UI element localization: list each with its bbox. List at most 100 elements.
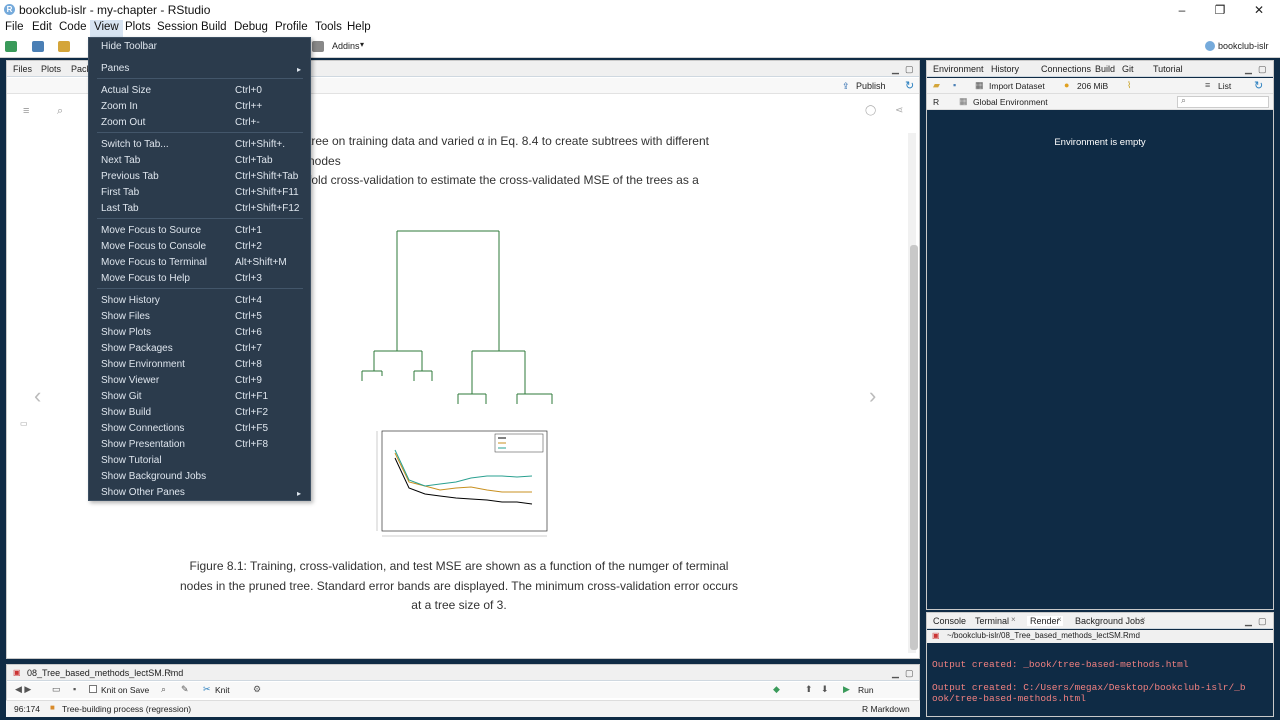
tab-environment[interactable]: Environment	[933, 64, 984, 74]
menu-item-show-tutorial[interactable]: Show Tutorial	[101, 455, 162, 466]
new-file-icon[interactable]	[5, 41, 17, 52]
tab-history[interactable]: History	[991, 64, 1019, 74]
menu-file[interactable]: File	[5, 21, 24, 33]
menu-help[interactable]: Help	[347, 21, 371, 33]
project-menu[interactable]: bookclub-islr	[1218, 41, 1269, 51]
menu-item-show-plots[interactable]: Show Plots	[101, 327, 151, 338]
file-mode[interactable]: R Markdown	[862, 704, 910, 714]
toc-toggle-icon[interactable]: ▭	[20, 419, 28, 428]
menu-item-show-background-jobs[interactable]: Show Background Jobs	[101, 471, 206, 482]
find-replace-icon[interactable]: ⌕	[161, 684, 166, 695]
maximize-env-icon[interactable]: ▢	[1258, 64, 1267, 75]
list-view-button[interactable]: List	[1218, 81, 1231, 91]
knit-icon[interactable]: ✂	[203, 684, 211, 695]
menu-item-show-environment[interactable]: Show Environment	[101, 359, 185, 370]
maximize-console-icon[interactable]: ▢	[1258, 616, 1267, 627]
addins-button[interactable]: Addins	[332, 41, 360, 51]
insert-chunk-icon[interactable]: ◆	[773, 684, 780, 695]
menu-item-next-tab[interactable]: Next Tab	[101, 155, 140, 166]
menu-icon[interactable]: ≡	[23, 105, 29, 117]
tab-build[interactable]: Build	[1095, 64, 1115, 74]
global-env-select[interactable]: Global Environment	[973, 97, 1048, 107]
run-icon[interactable]: ▶	[843, 684, 850, 695]
menu-profile[interactable]: Profile	[275, 21, 308, 33]
menu-item-move-focus-to-terminal[interactable]: Move Focus to Terminal	[101, 257, 207, 268]
gear-icon[interactable]: ⚙	[253, 684, 261, 695]
open-icon[interactable]: ▰	[933, 80, 940, 91]
github-icon[interactable]: ◯	[865, 105, 876, 116]
menu-item-show-git[interactable]: Show Git	[101, 391, 142, 402]
minimize-button[interactable]: –	[1174, 2, 1190, 18]
tab-terminal[interactable]: Terminal	[975, 616, 1009, 626]
knit-button[interactable]: Knit	[215, 685, 230, 695]
back-icon[interactable]: ◀ ▶	[15, 684, 31, 695]
env-search-input[interactable]	[1177, 96, 1269, 108]
menu-item-move-focus-to-help[interactable]: Move Focus to Help	[101, 273, 190, 284]
tab-console[interactable]: Console	[933, 616, 966, 626]
tab-tutorial[interactable]: Tutorial	[1153, 64, 1183, 74]
tab-background-jobs[interactable]: Background Jobs	[1075, 616, 1145, 626]
prev-page-icon[interactable]: ‹	[34, 383, 41, 409]
show-in-window-icon[interactable]: ▭	[52, 684, 61, 695]
close-render-icon[interactable]: ×	[1057, 615, 1062, 624]
section-label[interactable]: Tree-building process (regression)	[62, 704, 191, 714]
menu-debug[interactable]: Debug	[234, 21, 268, 33]
layout-icon[interactable]	[312, 41, 324, 52]
menu-item-actual-size[interactable]: Actual Size	[101, 85, 151, 96]
import-icon[interactable]: ▦	[975, 80, 984, 91]
menu-view[interactable]: View	[90, 20, 123, 37]
close-terminal-icon[interactable]: ×	[1011, 615, 1016, 624]
maximize-source-icon[interactable]: ▢	[905, 668, 914, 679]
menu-tools[interactable]: Tools	[315, 21, 342, 33]
menu-item-previous-tab[interactable]: Previous Tab	[101, 171, 159, 182]
menu-item-first-tab[interactable]: First Tab	[101, 187, 139, 198]
next-page-icon[interactable]: ›	[869, 383, 876, 409]
share-icon[interactable]: ⋖	[895, 105, 903, 116]
minimize-pane-icon[interactable]: ▁	[892, 64, 899, 75]
menu-edit[interactable]: Edit	[32, 21, 52, 33]
down-arrow-icon[interactable]: ⬇	[821, 684, 829, 695]
menu-plots[interactable]: Plots	[125, 21, 151, 33]
menu-item-hide-toolbar[interactable]: Hide Toolbar	[101, 41, 157, 52]
open-file-icon[interactable]	[58, 41, 70, 52]
menu-item-show-other-panes[interactable]: Show Other Panes	[101, 487, 185, 498]
run-button[interactable]: Run	[858, 685, 874, 695]
knit-on-save-checkbox[interactable]	[89, 685, 97, 693]
menu-item-panes[interactable]: Panes	[101, 63, 129, 74]
menu-item-show-files[interactable]: Show Files	[101, 311, 150, 322]
menu-item-show-history[interactable]: Show History	[101, 295, 160, 306]
viewer-scrollbar-thumb[interactable]	[910, 245, 918, 650]
up-arrow-icon[interactable]: ⬆	[805, 684, 813, 695]
close-jobs-icon[interactable]: ×	[1141, 615, 1146, 624]
menu-item-show-connections[interactable]: Show Connections	[101, 423, 184, 434]
tab-connections[interactable]: Connections	[1041, 64, 1091, 74]
tab-git[interactable]: Git	[1122, 64, 1134, 74]
menu-item-show-presentation[interactable]: Show Presentation	[101, 439, 185, 450]
menu-item-show-viewer[interactable]: Show Viewer	[101, 375, 159, 386]
maximize-pane-icon[interactable]: ▢	[905, 64, 914, 75]
publish-icon[interactable]: ⇪	[842, 81, 850, 92]
menu-item-zoom-out[interactable]: Zoom Out	[101, 117, 145, 128]
close-button[interactable]: ✕	[1251, 2, 1267, 18]
tab-source-file[interactable]: 08_Tree_based_methods_lectSM.Rmd	[27, 668, 183, 678]
minimize-env-icon[interactable]: ▁	[1245, 64, 1252, 75]
search-icon[interactable]: ⌕	[57, 105, 63, 118]
menu-item-show-packages[interactable]: Show Packages	[101, 343, 173, 354]
publish-button[interactable]: Publish	[856, 81, 886, 91]
tab-plots[interactable]: Plots	[41, 64, 61, 74]
menu-item-zoom-in[interactable]: Zoom In	[101, 101, 138, 112]
tab-files[interactable]: Files	[13, 64, 32, 74]
minimize-console-icon[interactable]: ▁	[1245, 616, 1252, 627]
close-tab-icon[interactable]: ×	[167, 667, 172, 677]
language-select[interactable]: R	[933, 97, 939, 107]
menu-build[interactable]: Build	[201, 21, 227, 33]
refresh-env-icon[interactable]: ↻	[1254, 79, 1263, 92]
menu-item-show-build[interactable]: Show Build	[101, 407, 151, 418]
maximize-button[interactable]: ❐	[1212, 2, 1228, 18]
menu-item-move-focus-to-source[interactable]: Move Focus to Source	[101, 225, 201, 236]
menu-item-switch-to-tab[interactable]: Switch to Tab...	[101, 139, 169, 150]
memory-usage[interactable]: 206 MiB	[1077, 81, 1108, 91]
refresh-icon[interactable]: ↻	[905, 79, 914, 92]
minimize-source-icon[interactable]: ▁	[892, 668, 899, 679]
import-dataset-button[interactable]: Import Dataset	[989, 81, 1045, 91]
